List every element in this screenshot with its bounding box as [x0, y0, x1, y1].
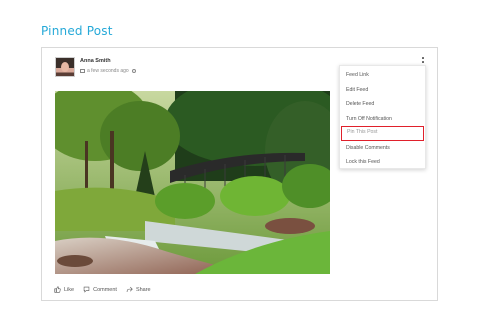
share-icon [126, 286, 133, 292]
avatar[interactable] [55, 57, 75, 77]
park-waterfall-photo [55, 91, 330, 274]
share-label: Share [135, 286, 151, 293]
thumbs-up-icon [54, 286, 61, 293]
comment-icon [83, 286, 90, 293]
author-name[interactable]: Anna Smith [80, 58, 111, 64]
like-label: Like [64, 286, 75, 293]
menu-item-turn-off-notification[interactable]: Turn Off Notification [340, 112, 425, 127]
menu-item-delete-feed[interactable]: Delete Feed [340, 97, 425, 112]
menu-item-lock-this-feed[interactable]: Lock this Feed [340, 155, 425, 170]
menu-item-edit-feed[interactable]: Edit Feed [340, 83, 425, 98]
timestamp: a few seconds ago [87, 68, 129, 74]
page-title: Pinned Post [41, 24, 113, 38]
post-options-menu: Feed Link Edit Feed Delete Feed Turn Off… [339, 65, 426, 169]
menu-item-pin-this-post[interactable]: Pin This Post [341, 126, 424, 141]
menu-item-disable-comments[interactable]: Disable Comments [340, 141, 425, 156]
menu-item-feed-link[interactable]: Feed Link [340, 68, 425, 83]
share-button[interactable]: Share [126, 286, 151, 293]
like-button[interactable]: Like [54, 286, 74, 293]
comment-label: Comment [93, 286, 117, 293]
post-card: Anna Smith a few seconds ago Feed Link E… [41, 47, 438, 301]
calendar-icon [80, 69, 85, 73]
post-image[interactable] [55, 91, 330, 274]
post-actions: Like Comment Share [54, 286, 151, 293]
post-meta: a few seconds ago [80, 68, 136, 74]
globe-icon [131, 69, 136, 73]
comment-button[interactable]: Comment [83, 286, 117, 293]
